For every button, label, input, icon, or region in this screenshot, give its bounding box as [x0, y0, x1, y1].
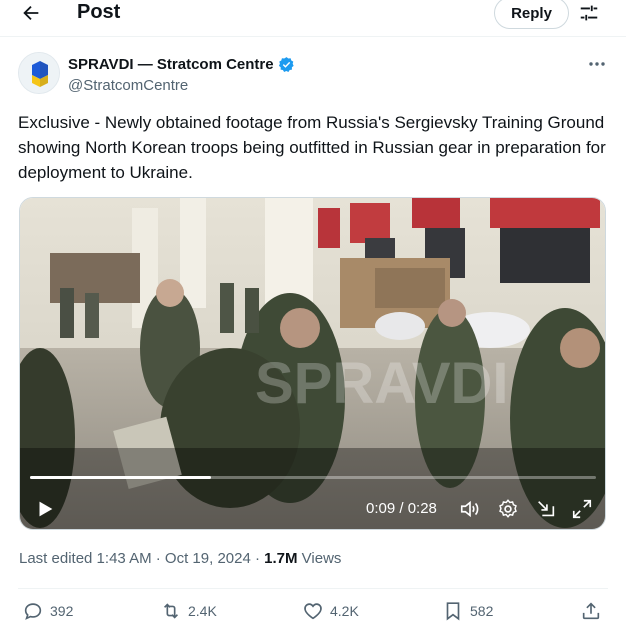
reply-icon: [24, 603, 42, 620]
views-count: 1.7M: [264, 550, 298, 567]
repost-count: 2.4K: [188, 603, 217, 619]
video-time: 0:09 / 0:28: [366, 500, 437, 517]
video-player[interactable]: SPRAVDI 0:09 / 0:28: [19, 197, 606, 530]
share-action[interactable]: [580, 600, 602, 622]
bookmark-icon: [446, 602, 460, 621]
settings-icon[interactable]: [497, 498, 519, 520]
play-icon[interactable]: [34, 498, 56, 520]
back-arrow-icon[interactable]: [20, 2, 42, 24]
tweet-text: Exclusive - Newly obtained footage from …: [18, 113, 606, 182]
repost-icon: [163, 603, 179, 619]
volume-icon[interactable]: [458, 498, 482, 520]
fullscreen-icon[interactable]: [571, 498, 593, 520]
more-icon[interactable]: [586, 55, 608, 73]
divider: [0, 36, 626, 37]
reply-button[interactable]: Reply: [494, 0, 569, 29]
dock-icon[interactable]: [535, 498, 557, 520]
author-name[interactable]: SPRAVDI — Stratcom Centre: [68, 56, 295, 73]
reply-action[interactable]: 392: [22, 600, 73, 622]
like-action[interactable]: 4.2K: [302, 600, 359, 622]
page-title: Post: [77, 1, 121, 23]
divider: [18, 588, 608, 589]
like-count: 4.2K: [330, 603, 359, 619]
avatar[interactable]: [18, 52, 60, 94]
bookmark-action[interactable]: 582: [442, 600, 493, 622]
top-bar: Post Reply: [0, 0, 626, 30]
like-icon: [304, 603, 322, 620]
watermark-text: SPRAVDI: [255, 351, 509, 416]
video-progress-bar[interactable]: [30, 476, 596, 479]
reply-count: 392: [50, 603, 74, 619]
bookmark-count: 582: [470, 603, 494, 619]
edited-timestamp[interactable]: Last edited 1:43 AM · Oct 19, 2024 ·: [19, 550, 264, 567]
views-label: Views: [297, 550, 342, 567]
author-name-text[interactable]: SPRAVDI — Stratcom Centre: [68, 56, 274, 73]
video-progress-fill: [30, 476, 212, 479]
post-meta: Last edited 1:43 AM · Oct 19, 2024 · 1.7…: [19, 550, 341, 567]
filter-icon[interactable]: [578, 2, 600, 24]
video-frame: SPRAVDI: [20, 198, 605, 529]
avatar-logo-icon: [19, 53, 59, 93]
share-icon: [582, 602, 600, 620]
repost-action[interactable]: 2.4K: [160, 600, 217, 622]
author-handle[interactable]: @StratcomCentre: [68, 77, 188, 94]
verified-badge-icon: [278, 57, 294, 72]
